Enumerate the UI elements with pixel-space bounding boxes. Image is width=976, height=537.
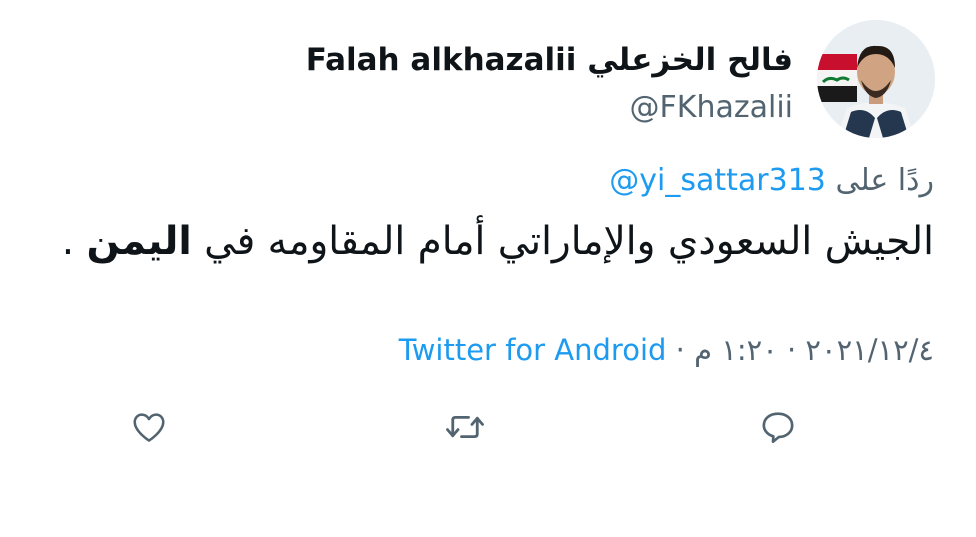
- reply-button[interactable]: [755, 404, 801, 450]
- heart-icon: [133, 413, 165, 442]
- author-display-name[interactable]: فالح الخزعلي Falah alkhazalii: [306, 42, 793, 78]
- tweet-time[interactable]: ١:٢٠ م: [694, 333, 778, 367]
- tweet-text: الجيش السعودي والإماراتي أمام المقاومه ف…: [62, 217, 934, 268]
- author-handle[interactable]: @FKhazalii: [630, 90, 793, 125]
- meta-separator: ·: [777, 333, 806, 367]
- reply-mention-link[interactable]: @yi_sattar313: [609, 163, 826, 198]
- like-button[interactable]: [126, 404, 172, 450]
- tweet-date[interactable]: ٢٠٢١/١٢/٤: [805, 333, 934, 367]
- avatar[interactable]: [817, 20, 935, 138]
- reply-context: ردًا على @yi_sattar313: [609, 163, 934, 198]
- reply-icon: [762, 412, 794, 443]
- avatar-image: [817, 20, 935, 138]
- retweet-button[interactable]: [442, 404, 488, 450]
- tweet-text-main: الجيش السعودي والإماراتي أمام المقاومه ف…: [191, 219, 934, 264]
- meta-separator: ·: [666, 333, 695, 367]
- tweet-source-link[interactable]: Twitter for Android: [399, 333, 667, 367]
- tweet-meta: ٢٠٢١/١٢/٤ · ١:٢٠ م · Twitter for Android: [399, 333, 934, 367]
- tweet-text-end: .: [61, 219, 87, 264]
- tweet-text-bold: اليمن: [86, 219, 192, 264]
- reply-prefix: ردًا على: [835, 163, 934, 198]
- retweet-icon: [446, 415, 484, 439]
